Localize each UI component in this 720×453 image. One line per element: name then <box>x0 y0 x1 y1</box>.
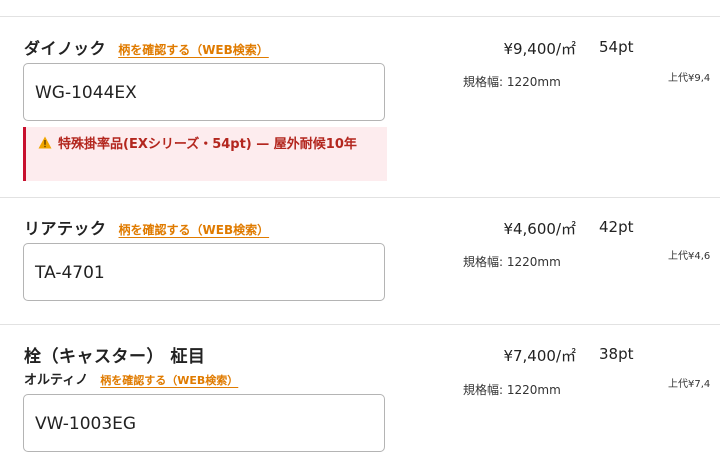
brand-name: リアテック <box>24 219 107 238</box>
web-search-link[interactable]: 柄を確認する（WEB検索） <box>118 41 269 58</box>
row-divider <box>0 324 720 325</box>
product-code-field[interactable]: VW-1003EG <box>23 394 385 452</box>
unit-price: ¥9,400/㎡ <box>503 40 576 58</box>
web-search-link[interactable]: 柄を確認する（WEB検索） <box>100 372 238 388</box>
top-divider <box>0 16 720 17</box>
point-value: 54pt <box>599 38 634 56</box>
list-price: 上代¥7,4 <box>668 379 711 390</box>
brand-name: オルティノ <box>24 373 89 388</box>
unit-price: ¥7,400/㎡ <box>503 347 576 365</box>
special-rate-warning: 特殊掛率品(EXシリーズ・54pt) — 屋外耐候10年 <box>23 127 387 181</box>
spec-width: 規格幅: 1220mm <box>463 255 561 269</box>
product-title: 栓（キャスター） 柾目 <box>24 347 206 367</box>
product-code-field[interactable]: WG-1044EX <box>23 63 385 121</box>
product-title-line: 栓（キャスター） 柾目 <box>24 342 205 367</box>
brand-line: オルティノ 柄を確認する（WEB検索） <box>24 369 238 388</box>
warning-icon <box>38 136 52 149</box>
point-value: 42pt <box>599 218 634 236</box>
product-title-line: ダイノック 柄を確認する（WEB検索） <box>24 35 269 59</box>
spec-width: 規格幅: 1220mm <box>463 383 561 397</box>
row-divider <box>0 197 720 198</box>
web-search-link[interactable]: 柄を確認する（WEB検索） <box>119 221 270 238</box>
product-title-line: リアテック 柄を確認する（WEB検索） <box>24 215 269 239</box>
product-code-field[interactable]: TA-4701 <box>23 243 385 301</box>
spec-width: 規格幅: 1220mm <box>463 75 561 89</box>
point-value: 38pt <box>599 345 634 363</box>
list-price: 上代¥9,4 <box>668 73 711 84</box>
brand-name: ダイノック <box>24 39 107 58</box>
warning-text: 特殊掛率品(EXシリーズ・54pt) — 屋外耐候10年 <box>58 137 357 152</box>
unit-price: ¥4,600/㎡ <box>503 220 576 238</box>
list-price: 上代¥4,6 <box>668 251 711 262</box>
